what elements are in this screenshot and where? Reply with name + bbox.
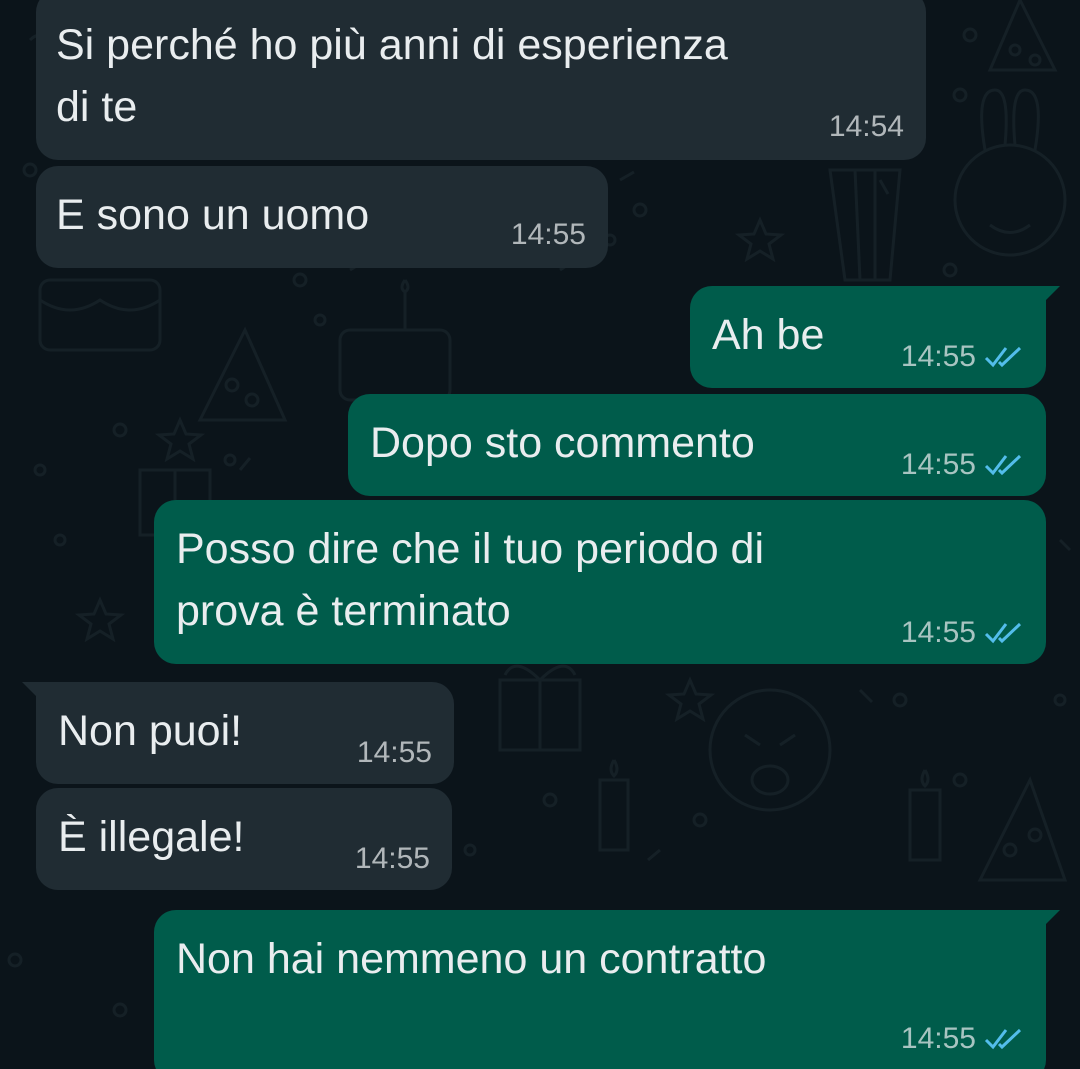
message-text: Non puoi! — [58, 700, 242, 762]
read-double-tick-icon — [984, 454, 1022, 476]
message-meta: 14:55 — [357, 736, 432, 770]
star-icon — [734, 216, 786, 263]
chat-view[interactable]: Si perché ho più anni di esperienza di t… — [0, 0, 1080, 1069]
message-meta: 14:55 — [355, 842, 430, 876]
message-bubble-incoming[interactable]: Si perché ho più anni di esperienza di t… — [36, 0, 926, 160]
message-bubble-incoming[interactable]: E sono un uomo 14:55 — [36, 166, 608, 268]
party-hat-icon — [197, 326, 288, 422]
read-double-tick-icon — [984, 1028, 1022, 1050]
message-bubble-outgoing[interactable]: Dopo sto commento 14:55 — [348, 394, 1046, 496]
cake-icon — [38, 278, 162, 352]
bubble-tail — [1038, 910, 1060, 932]
message-meta: 14:55 — [901, 340, 1024, 374]
party-hat-icon — [987, 0, 1058, 72]
star-icon — [154, 416, 206, 463]
face-icon — [708, 688, 832, 812]
candle-icon — [598, 759, 630, 852]
message-line: Non hai nemmeno un contratto — [176, 935, 767, 983]
message-time: 14:55 — [900, 340, 976, 373]
message-meta: 14:55 — [901, 1022, 1024, 1056]
message-time: 14:55 — [510, 218, 586, 251]
bunny-face-icon — [953, 88, 1067, 257]
message-line: Non puoi! — [58, 707, 243, 755]
candle-icon — [908, 769, 942, 862]
message-line: prova è terminato — [176, 587, 511, 635]
message-text: Si perché ho più anni di esperienza di t… — [56, 14, 728, 138]
bubble-tail — [1038, 286, 1060, 308]
bubble-tail — [22, 682, 44, 704]
message-line: Dopo sto commento — [370, 419, 755, 467]
gift-icon — [498, 664, 582, 752]
message-text: Ah be — [712, 304, 824, 366]
message-time: 14:55 — [354, 842, 430, 875]
message-line: Si perché ho più anni di esperienza — [56, 21, 728, 69]
message-meta: 14:55 — [901, 616, 1024, 650]
message-meta: 14:55 — [511, 218, 586, 252]
message-line: È illegale! — [58, 813, 245, 861]
message-text: Posso dire che il tuo periodo di prova è… — [176, 518, 764, 642]
message-line: E sono un uomo — [56, 191, 370, 239]
message-time: 14:55 — [900, 616, 976, 649]
message-text: E sono un uomo — [56, 184, 369, 246]
party-hat-icon — [977, 776, 1068, 882]
message-line: di te — [56, 83, 138, 131]
star-icon — [74, 596, 126, 643]
message-meta: 14:55 — [901, 448, 1024, 482]
read-double-tick-icon — [984, 346, 1022, 368]
message-text: È illegale! — [58, 806, 244, 868]
message-bubble-outgoing[interactable]: Posso dire che il tuo periodo di prova è… — [154, 500, 1046, 664]
star-icon — [664, 676, 716, 723]
popcorn-icon — [828, 168, 902, 282]
message-meta: 14:54 — [829, 110, 904, 144]
message-time: 14:55 — [356, 736, 432, 769]
cake-icon — [338, 279, 452, 402]
message-bubble-outgoing[interactable]: Ah be 14:55 — [690, 286, 1060, 388]
message-bubble-outgoing[interactable]: Non hai nemmeno un contratto 14:55 — [154, 910, 1060, 1069]
message-text: Dopo sto commento — [370, 412, 755, 474]
message-time: 14:55 — [900, 448, 976, 481]
message-bubble-incoming[interactable]: Non puoi! 14:55 — [22, 682, 454, 784]
message-bubble-incoming[interactable]: È illegale! 14:55 — [36, 788, 452, 890]
message-time: 14:55 — [900, 1022, 976, 1055]
message-text: Non hai nemmeno un contratto — [176, 928, 766, 990]
read-double-tick-icon — [984, 622, 1022, 644]
message-line: Ah be — [712, 311, 825, 359]
message-line: Posso dire che il tuo periodo di — [176, 525, 765, 573]
message-time: 14:54 — [828, 110, 904, 143]
